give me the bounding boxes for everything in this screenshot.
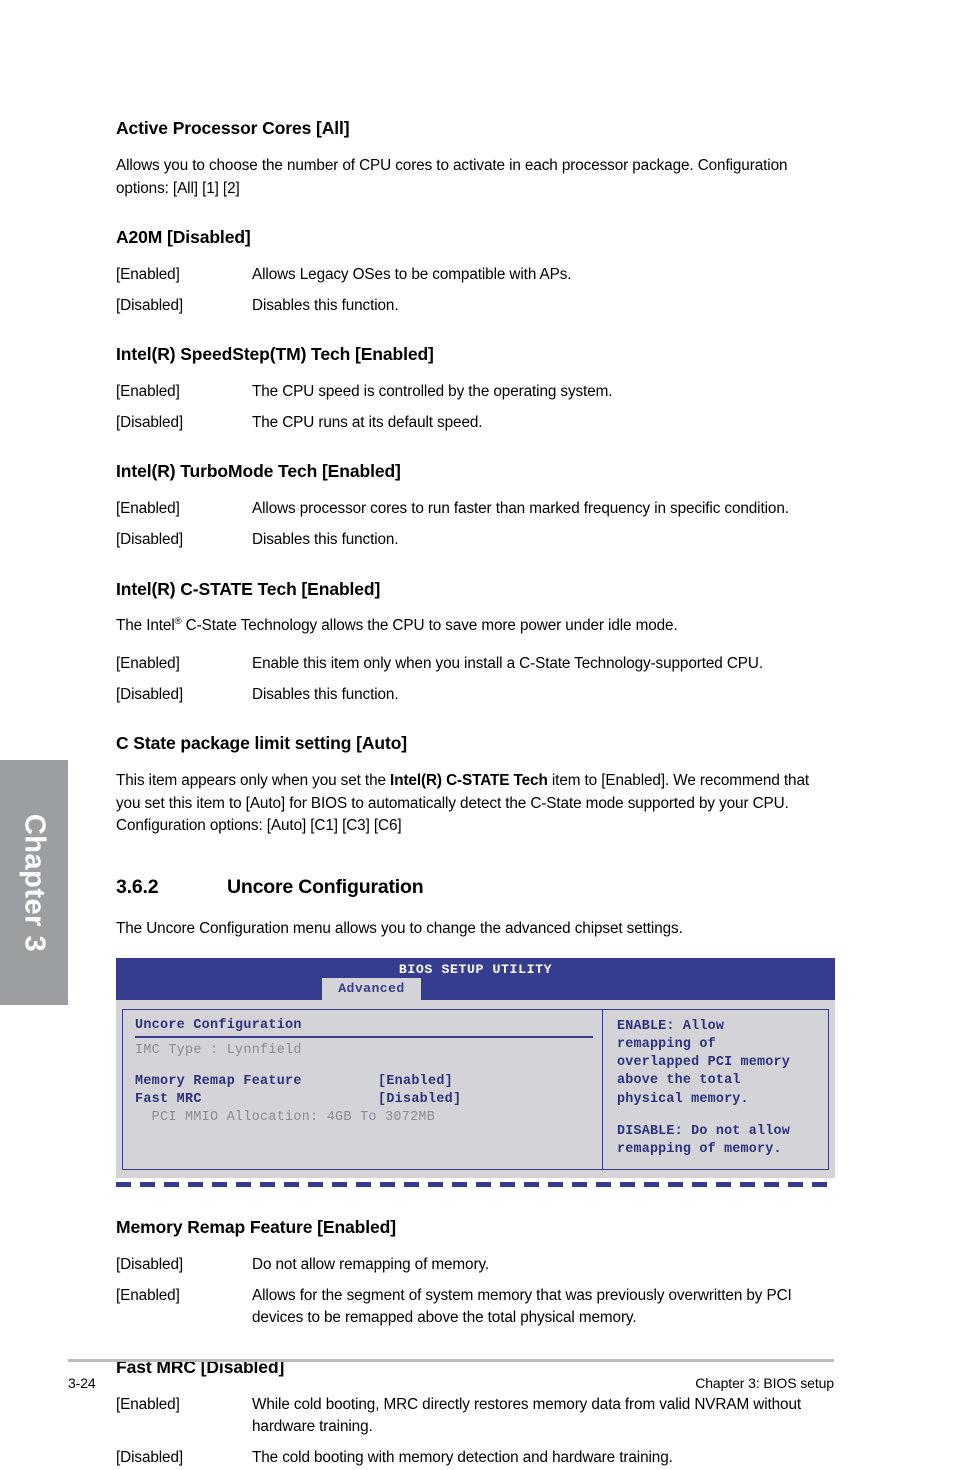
option-key: [Enabled] (116, 1395, 180, 1413)
page-footer: 3-24 Chapter 3: BIOS setup (68, 1359, 834, 1391)
bios-settings-panel: Uncore Configuration IMC Type : Lynnfiel… (122, 1008, 603, 1171)
heading-c-state-package-limit: C State package limit setting [Auto] (116, 733, 408, 754)
option-row: [Disabled] Do not allow remapping of mem… (116, 1254, 834, 1277)
bios-header-bar: BIOS SETUP UTILITY Advanced (116, 957, 835, 1000)
bios-setting-value: [Disabled] (378, 1092, 462, 1108)
option-description: Disables this function. (252, 296, 399, 314)
paragraph-active-processor-cores: Allows you to choose the number of CPU c… (116, 156, 788, 197)
option-description: Disables this function. (252, 530, 399, 548)
bios-setting-label: Fast MRC (135, 1092, 202, 1108)
option-description: Enable this item only when you install a… (252, 655, 763, 672)
option-key: [Disabled] (116, 296, 184, 314)
heading-turbomode: Intel(R) TurboMode Tech [Enabled] (116, 461, 401, 482)
heading-active-processor-cores: Active Processor Cores [All] (116, 118, 350, 138)
bios-body: Uncore Configuration IMC Type : Lynnfiel… (116, 999, 835, 1179)
option-key: [Enabled] (116, 655, 180, 672)
option-key: [Enabled] (116, 500, 180, 518)
option-key: [Enabled] (116, 383, 180, 401)
bios-sub-line-pci-mmio: PCI MMIO Allocation: 4GB To 3072MB (135, 1110, 436, 1126)
chapter-side-tab-label: Chapter 3 (18, 813, 51, 952)
bios-title: BIOS SETUP UTILITY (398, 961, 553, 977)
option-row: [Enabled] Allows Legacy OSes to be compa… (116, 264, 834, 287)
option-key: [Disabled] (116, 1449, 184, 1467)
option-description: Allows for the segment of system memory … (252, 1286, 792, 1327)
option-row: [Enabled] Enable this item only when you… (116, 653, 834, 676)
bios-help-panel: ENABLE: Allow remapping of overlapped PC… (603, 1008, 829, 1171)
footer-chapter-label: Chapter 3: BIOS setup (695, 1375, 834, 1391)
option-description: Allows processor cores to run faster tha… (252, 500, 789, 518)
option-row: [Enabled] The CPU speed is controlled by… (116, 381, 834, 404)
bios-setup-screenshot: BIOS SETUP UTILITY Advanced Uncore Confi… (116, 957, 835, 1188)
intro-pre: The Intel (116, 617, 175, 635)
bios-setting-memory-remap-feature[interactable]: Memory Remap Feature [Enabled] (135, 1073, 593, 1091)
bios-help-text-disable: DISABLE: Do not allow remapping of memor… (617, 1123, 790, 1157)
option-description: The CPU runs at its default speed. (252, 413, 483, 431)
bios-crop-dashed-line (116, 1182, 835, 1188)
page-content: Active Processor Cores [All] Allows you … (116, 0, 835, 1470)
heading-c-state-tech: Intel(R) C-STATE Tech [Enabled] (116, 578, 381, 599)
footer-page-number: 3-24 (68, 1375, 96, 1391)
option-description: The CPU speed is controlled by the opera… (252, 383, 613, 401)
option-row: [Enabled] While cold booting, MRC direct… (116, 1394, 834, 1439)
option-row: [Disabled] Disables this function. (116, 684, 834, 707)
heading-speedstep: Intel(R) SpeedStep(TM) Tech [Enabled] (116, 344, 434, 365)
option-key: [Disabled] (116, 413, 184, 431)
rich-bold: Intel(R) C-STATE Tech (390, 772, 548, 790)
paragraph-uncore-intro: The Uncore Configuration menu allows you… (116, 920, 683, 937)
option-description: The cold booting with memory detection a… (252, 1449, 673, 1467)
option-description: Disables this function. (252, 685, 399, 703)
bios-setting-fast-mrc[interactable]: Fast MRC [Disabled] (135, 1091, 593, 1109)
chapter-side-tab: Chapter 3 (0, 760, 68, 1005)
option-row: [Enabled] Allows processor cores to run … (116, 498, 834, 521)
rich-part1: This item appears only when you set the (116, 772, 391, 790)
option-description: While cold booting, MRC directly restore… (252, 1395, 802, 1436)
option-row: [Enabled] Allows for the segment of syst… (116, 1285, 834, 1330)
section-title: Uncore Configuration (227, 876, 424, 898)
option-description: Allows Legacy OSes to be compatible with… (252, 266, 572, 283)
heading-a20m: A20M [Disabled] (116, 227, 251, 248)
registered-mark: ® (174, 616, 182, 628)
option-key: [Enabled] (116, 266, 180, 283)
section-heading-3-6-2: 3.6.2 Uncore Configuration (116, 876, 834, 899)
intro-post: C-State Technology allows the CPU to sav… (181, 617, 678, 635)
bios-help-text-enable: ENABLE: Allow remapping of overlapped PC… (617, 1018, 790, 1107)
option-key: [Enabled] (116, 1286, 180, 1304)
paragraph-c-state-package-limit: This item appears only when you set the … (116, 770, 834, 838)
option-key: [Disabled] (116, 685, 184, 703)
bios-info-line: IMC Type : Lynnfield (135, 1042, 302, 1058)
option-description: Do not allow remapping of memory. (252, 1256, 490, 1274)
bios-setting-value: [Enabled] (378, 1073, 454, 1089)
option-key: [Disabled] (116, 1256, 184, 1274)
paragraph-c-state-intro: The Intel® C-State Technology allows the… (116, 615, 834, 638)
option-row: [Disabled] The cold booting with memory … (116, 1447, 834, 1470)
section-number: 3.6.2 (116, 876, 159, 898)
bios-setting-label: Memory Remap Feature (135, 1073, 302, 1089)
option-row: [Disabled] Disables this function. (116, 295, 834, 318)
bios-tab-advanced[interactable]: Advanced (322, 977, 421, 1000)
option-key: [Disabled] (116, 530, 184, 548)
heading-memory-remap-feature: Memory Remap Feature [Enabled] (116, 1217, 396, 1238)
option-row: [Disabled] The CPU runs at its default s… (116, 412, 834, 435)
footer-divider (68, 1359, 834, 1362)
option-row: [Disabled] Disables this function. (116, 529, 834, 552)
bios-section-title: Uncore Configuration (135, 1018, 593, 1038)
